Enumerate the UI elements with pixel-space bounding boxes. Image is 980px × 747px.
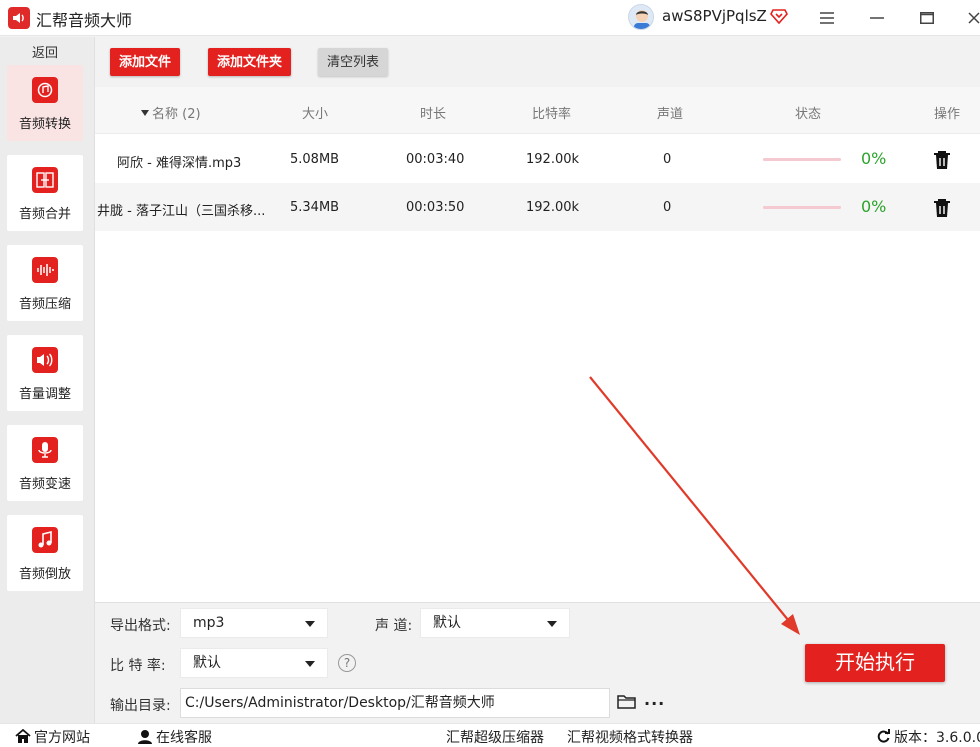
volume-adjust-icon [32, 347, 58, 373]
output-settings: 导出格式: mp3 声 道: 默认 比 特 率: 默认 ? 输出目录: C:/U… [95, 602, 980, 723]
file-name: 阿欣 - 难得深情.mp3 [117, 156, 242, 171]
official-website-link[interactable]: 官方网站 [15, 727, 90, 747]
column-header-bitrate: 比特率 [532, 107, 572, 122]
home-icon [15, 728, 31, 747]
music-note-icon [32, 527, 58, 553]
sidebar-item-audio-speed[interactable]: 音频变速 [7, 425, 83, 501]
sidebar-item-audio-reverse[interactable]: 音频倒放 [7, 515, 83, 591]
chevron-down-icon [305, 621, 315, 627]
start-button[interactable]: 开始执行 [805, 644, 945, 682]
sidebar-item-label: 音频合并 [18, 207, 71, 222]
audio-convert-icon [32, 77, 58, 103]
table-row[interactable]: 阿欣 - 难得深情.mp3 5.08MB 00:03:40 192.00k 0 … [95, 135, 980, 183]
toolbar: 添加文件 添加文件夹 清空列表 [95, 37, 980, 87]
file-name: 井胧 - 落子江山（三国杀移... [97, 204, 266, 219]
bitrate-select[interactable]: 默认 [180, 648, 328, 678]
chevron-down-icon [305, 661, 315, 667]
column-header-size: 大小 [302, 107, 329, 122]
user-avatar[interactable] [628, 4, 654, 30]
table-row[interactable]: 井胧 - 落子江山（三国杀移... 5.34MB 00:03:50 192.00… [95, 183, 980, 231]
clear-list-button[interactable]: 清空列表 [318, 48, 389, 76]
app-title: 汇帮音频大师 [36, 11, 133, 30]
file-bitrate: 192.00k [526, 200, 580, 215]
app-logo-icon [8, 7, 30, 29]
help-icon[interactable]: ? [338, 654, 356, 672]
menu-icon[interactable] [815, 6, 839, 30]
username[interactable]: awS8PVjPqlsZ [662, 7, 767, 25]
file-size: 5.34MB [290, 200, 340, 215]
file-table: 名称 (2) 大小 时长 比特率 声道 状态 操作 阿欣 - 难得深情.mp3 … [95, 87, 980, 602]
status-bar: 官方网站 在线客服 汇帮超级压缩器 汇帮视频格式转换器 版本：3.6.0.0 [0, 723, 980, 747]
file-channel: 0 [663, 152, 672, 167]
add-folder-button[interactable]: 添加文件夹 [208, 48, 292, 76]
more-icon[interactable]: ··· [644, 694, 665, 713]
column-header-name[interactable]: 名称 (2) [141, 103, 201, 122]
back-link[interactable]: 返回 [0, 42, 90, 61]
sidebar-item-label: 音频倒放 [18, 567, 71, 582]
column-header-channel: 声道 [657, 107, 684, 122]
sidebar-item-audio-merge[interactable]: 音频合并 [7, 155, 83, 231]
column-header-status: 状态 [795, 107, 822, 122]
channel-select[interactable]: 默认 [420, 608, 570, 638]
audio-merge-icon [32, 167, 58, 193]
title-bar: 汇帮音频大师 awS8PVjPqlsZ [0, 0, 980, 36]
chevron-down-icon [547, 621, 557, 627]
file-duration: 00:03:50 [406, 200, 465, 215]
add-file-button[interactable]: 添加文件 [110, 48, 181, 76]
maximize-icon[interactable] [915, 6, 939, 30]
sidebar-item-audio-convert[interactable]: 音频转换 [7, 65, 83, 141]
channel-label: 声 道: [375, 618, 413, 634]
sidebar-item-label: 音频变速 [18, 477, 71, 492]
close-icon[interactable] [962, 6, 980, 30]
video-converter-link[interactable]: 汇帮视频格式转换器 [567, 727, 693, 747]
sidebar-item-label: 音量调整 [18, 387, 71, 402]
sidebar-item-volume-adjust[interactable]: 音量调整 [7, 335, 83, 411]
bitrate-label: 比 特 率: [110, 658, 166, 674]
output-dir-label: 输出目录: [110, 698, 171, 714]
delete-icon[interactable] [933, 198, 951, 222]
microphone-icon [32, 437, 58, 463]
file-size: 5.08MB [290, 152, 340, 167]
delete-icon[interactable] [933, 150, 951, 174]
audio-compress-icon [32, 257, 58, 283]
column-header-action: 操作 [934, 107, 961, 122]
online-support-link[interactable]: 在线客服 [137, 727, 212, 747]
file-duration: 00:03:40 [406, 152, 465, 167]
sidebar-item-label: 音频压缩 [18, 297, 71, 312]
format-label: 导出格式: [110, 618, 171, 634]
progress-percent: 0% [861, 149, 887, 168]
output-dir-input[interactable]: C:/Users/Administrator/Desktop/汇帮音频大师 [180, 688, 610, 718]
vip-diamond-icon[interactable] [770, 7, 788, 29]
compressor-link[interactable]: 汇帮超级压缩器 [446, 727, 544, 747]
file-bitrate: 192.00k [526, 152, 580, 167]
progress-percent: 0% [861, 197, 887, 216]
progress-bar [763, 206, 841, 209]
file-channel: 0 [663, 200, 672, 215]
table-header: 名称 (2) 大小 时长 比特率 声道 状态 操作 [95, 87, 980, 134]
sidebar-item-audio-compress[interactable]: 音频压缩 [7, 245, 83, 321]
column-header-duration: 时长 [420, 107, 447, 122]
customer-service-icon [137, 729, 153, 747]
version-info[interactable]: 版本：3.6.0.0 [876, 727, 980, 747]
progress-bar [763, 158, 841, 161]
sidebar: 返回 音频转换 音频合并 音频压缩 音量调整 音频变速 音频倒放 [0, 37, 95, 723]
folder-icon[interactable] [617, 694, 637, 714]
sidebar-item-label: 音频转换 [18, 117, 71, 132]
format-select[interactable]: mp3 [180, 608, 328, 638]
refresh-icon [876, 729, 891, 747]
sort-down-icon [141, 110, 149, 116]
minimize-icon[interactable] [865, 6, 889, 30]
